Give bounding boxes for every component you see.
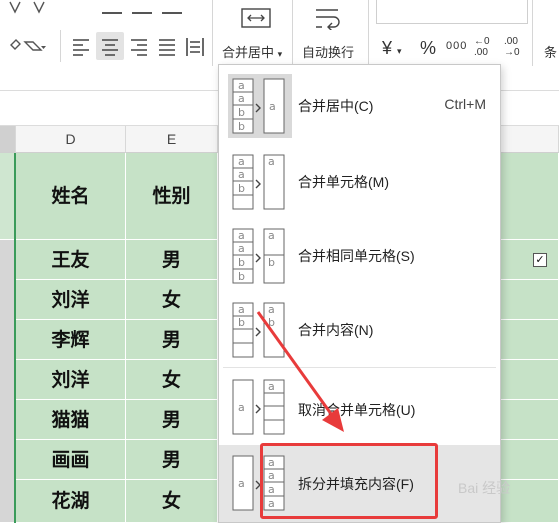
spreadsheet-window: 合并居中 ▾ 自动换行 ¥ ▾ % 000 ←0 .00 .00 →0 条 D … (0, 0, 559, 523)
watermark: Bai 经验 (458, 478, 510, 498)
watermark-text: Bai 经验 (458, 480, 511, 496)
annotation-highlight-box (260, 443, 438, 519)
